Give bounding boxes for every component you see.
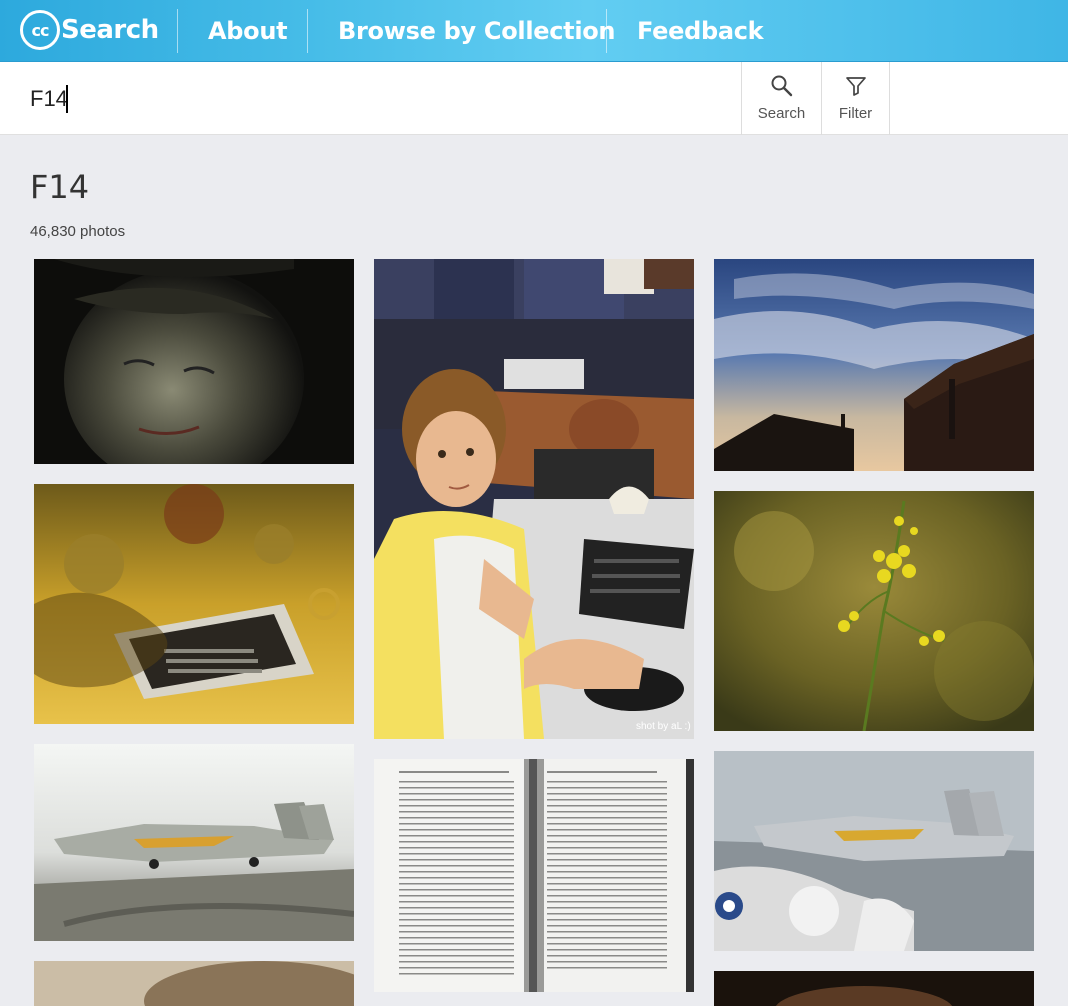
nav-browse-collection-link[interactable]: Browse by Collection (338, 0, 616, 62)
photo-f14-jet[interactable] (34, 744, 354, 941)
nav-about-link[interactable]: About (208, 0, 288, 62)
photo-f14-jet-image (34, 744, 354, 941)
photo-partial-dark-image (714, 971, 1034, 1006)
cc-logo-icon: cc (20, 10, 60, 50)
photo-partial-dark[interactable] (714, 971, 1034, 1006)
nav-divider (177, 9, 178, 53)
text-caret (66, 85, 68, 113)
logo-text: Search (61, 15, 159, 45)
photo-partial-image (34, 961, 354, 1006)
photo-sky-rooftops-image (714, 259, 1034, 471)
photo-sky-rooftops[interactable] (714, 259, 1034, 471)
photo-man-face-image (34, 259, 354, 464)
filter-button-label: Filter (838, 105, 873, 122)
filter-icon (845, 77, 866, 96)
photo-boy-computer-image: shot by aL :) (374, 259, 694, 739)
photo-watermark: shot by aL :) (636, 721, 691, 732)
cc-search-logo[interactable]: cc Search (20, 10, 159, 50)
nav-feedback-link[interactable]: Feedback (637, 0, 764, 62)
results-count: 46,830 photos (30, 223, 126, 240)
photo-phone-bokeh[interactable] (34, 484, 354, 724)
search-bar-divider (889, 62, 890, 135)
top-nav-bar: cc Search About Browse by Collection Fee… (0, 0, 1068, 62)
nav-divider (307, 9, 308, 53)
photo-open-book-image (374, 759, 694, 992)
search-icon (771, 75, 792, 97)
photo-man-face[interactable] (34, 259, 354, 464)
photo-f14-jets-carrier-image (714, 751, 1034, 951)
photo-boy-computer[interactable]: shot by aL :) (374, 259, 694, 739)
photo-open-book[interactable] (374, 759, 694, 992)
search-button[interactable]: Search (741, 62, 821, 135)
search-button-label: Search (757, 105, 806, 122)
photo-f14-jets-carrier[interactable] (714, 751, 1034, 951)
photo-yellow-flowers-image (714, 491, 1034, 731)
photo-phone-bokeh-image (34, 484, 354, 724)
nav-divider (606, 9, 607, 53)
results-title: F14 (30, 168, 90, 206)
search-bar: Search Filter (0, 62, 1068, 135)
photo-yellow-flowers[interactable] (714, 491, 1034, 731)
filter-button[interactable]: Filter (821, 62, 889, 135)
search-input[interactable] (30, 82, 720, 116)
photo-partial[interactable] (34, 961, 354, 1006)
